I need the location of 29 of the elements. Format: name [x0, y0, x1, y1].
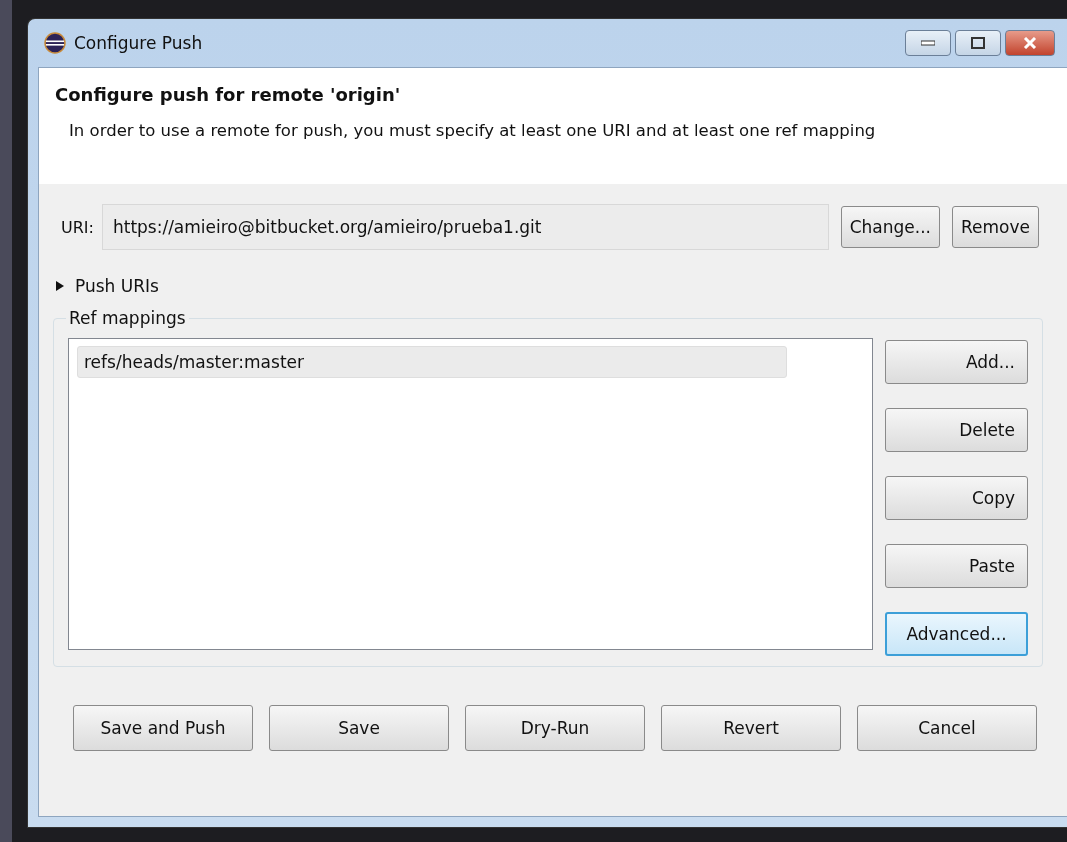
maximize-button[interactable]: [955, 30, 1001, 56]
mapping-button[interactable]: Paste: [885, 544, 1028, 588]
dialog-button[interactable]: Dry-Run: [465, 705, 645, 751]
dialog-button[interactable]: Revert: [661, 705, 841, 751]
maximize-icon: [971, 37, 985, 49]
uri-field[interactable]: https://amieiro@bitbucket.org/amieiro/prueba1.git: [101, 204, 829, 250]
dialog-button[interactable]: Cancel: [857, 705, 1037, 751]
mapping-button[interactable]: Copy: [885, 476, 1028, 520]
dialog-description: In order to use a remote for push, you must specify at least one URI and at least one ref mapping: [68, 120, 877, 142]
dialog-button[interactable]: Save: [269, 705, 449, 751]
close-button[interactable]: [1005, 30, 1055, 56]
ref-mappings-list[interactable]: refs/heads/master:master: [68, 338, 873, 650]
minimize-button[interactable]: [905, 30, 951, 56]
dialog-button[interactable]: Save and Push: [73, 705, 253, 751]
uri-button[interactable]: Remove: [952, 206, 1039, 248]
mapping-button[interactable]: Advanced...: [885, 612, 1028, 656]
mapping-button[interactable]: Delete: [885, 408, 1028, 452]
app-logo-icon: [44, 32, 66, 54]
window-title: Configure Push: [74, 33, 204, 53]
dialog-heading: Configure push for remote 'origin': [55, 84, 402, 105]
close-icon: [1023, 37, 1037, 49]
group-label: Ref mappings: [68, 308, 187, 328]
collapsed-arrow-icon[interactable]: [55, 280, 65, 292]
push-uris-label[interactable]: Push URIs: [75, 276, 159, 296]
uri-label: URI:: [61, 217, 94, 237]
mapping-button[interactable]: Add...: [885, 340, 1028, 384]
uri-button[interactable]: Change...: [840, 206, 940, 248]
ref-mapping-item[interactable]: refs/heads/master:master: [77, 346, 787, 378]
minimize-icon: [921, 40, 935, 46]
